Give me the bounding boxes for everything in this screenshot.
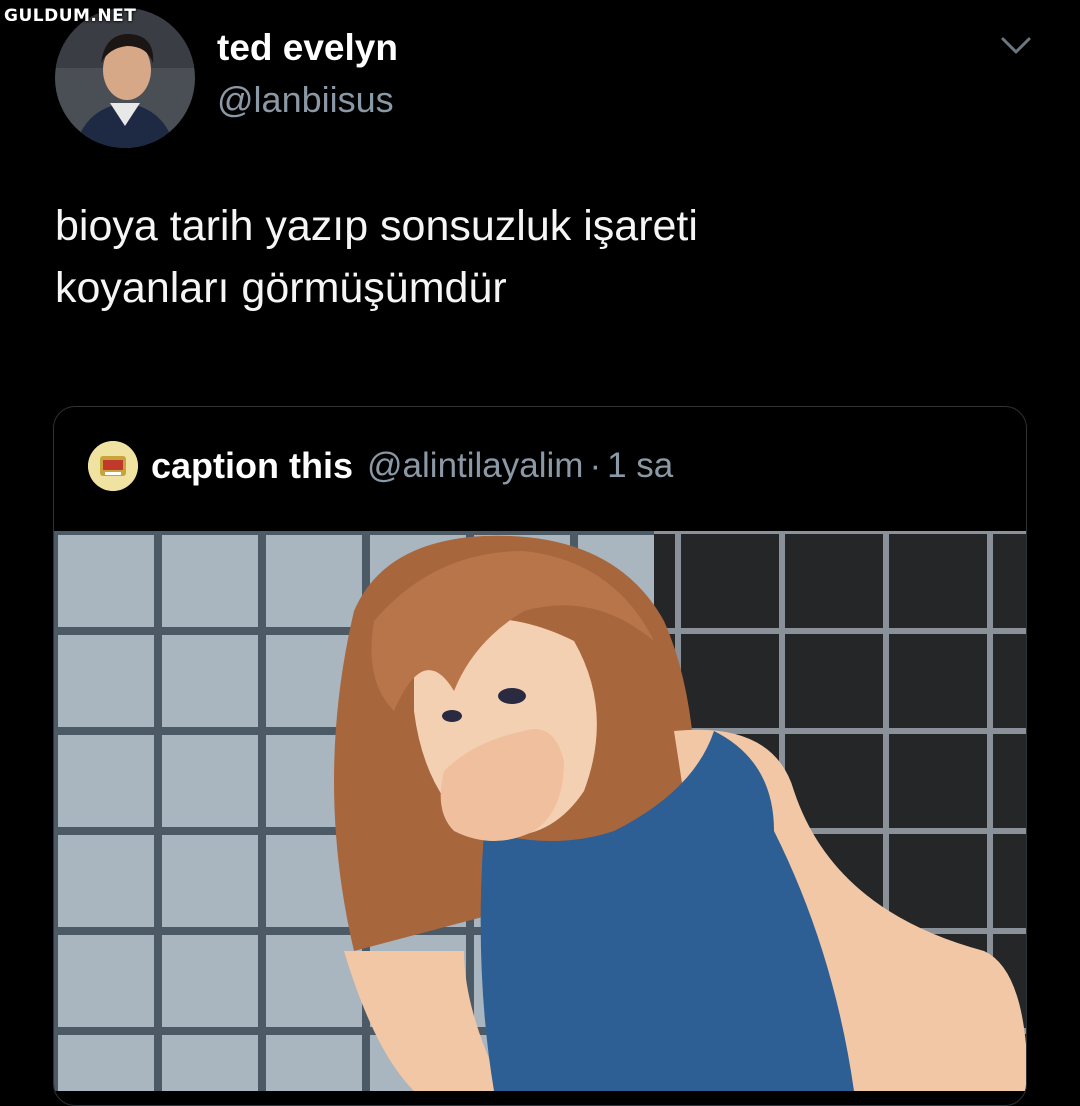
quoted-media-image[interactable]: [54, 531, 1026, 1091]
quoted-tweet-card[interactable]: caption this @alintilayalim · 1 sa: [53, 406, 1027, 1106]
author-handle[interactable]: @lanbiisus: [217, 78, 398, 122]
quoted-avatar: [88, 441, 138, 491]
chevron-down-icon[interactable]: [996, 30, 1036, 62]
watermark: GULDUM.NET: [4, 6, 137, 26]
tweet-text: bioya tarih yazıp sonsuzluk işareti koya…: [55, 195, 1015, 319]
quoted-timestamp: 1 sa: [607, 446, 674, 485]
quoted-author-handle: @alintilayalim: [367, 446, 584, 485]
quoted-author-name: caption this: [151, 445, 354, 486]
separator-dot: ·: [589, 446, 602, 485]
avatar[interactable]: [55, 8, 195, 148]
tweet-text-line: bioya tarih yazıp sonsuzluk işareti: [55, 202, 698, 250]
tweet-text-line: koyanları görmüşümdür: [55, 264, 507, 312]
tweet-author: ted evelyn @lanbiisus: [217, 26, 398, 122]
author-name[interactable]: ted evelyn: [217, 26, 398, 70]
quoted-tweet-header: caption this @alintilayalim · 1 sa: [88, 441, 673, 491]
